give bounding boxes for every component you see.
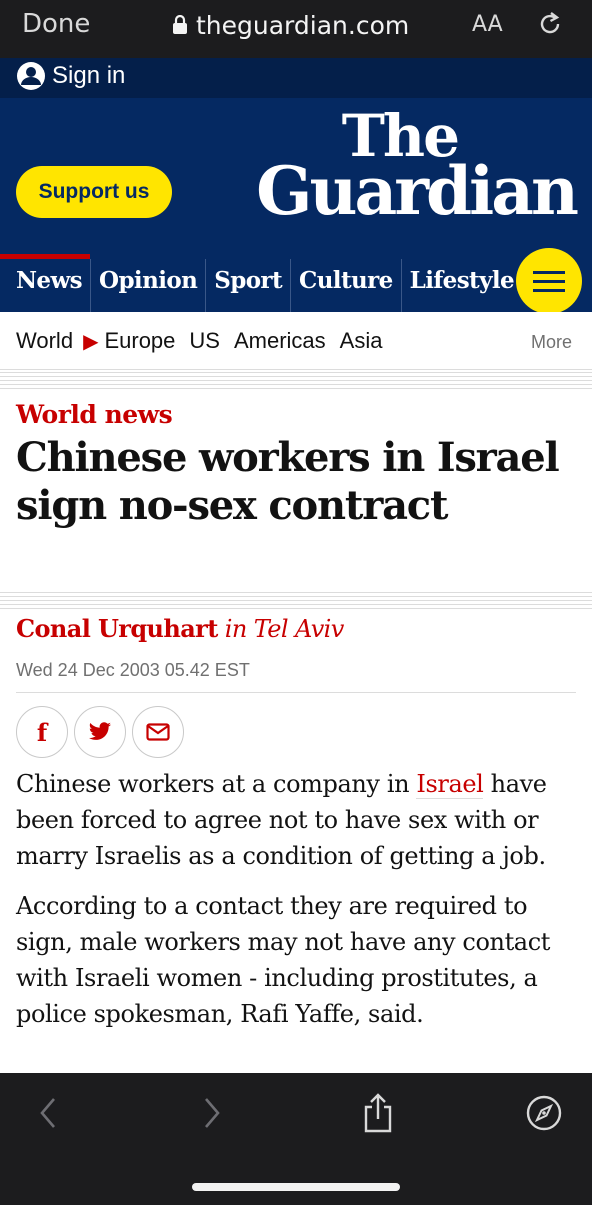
menu-icon[interactable] [516,248,582,314]
pillar-lifestyle[interactable]: Lifestyle [402,259,522,312]
twitter-bird-icon [88,722,111,740]
url-text: theguardian.com [196,10,410,40]
section-label[interactable]: World news [16,400,173,429]
share-buttons: f [16,706,184,758]
compass-icon[interactable] [522,1091,566,1135]
support-us-button[interactable]: Support us [16,166,172,218]
lock-icon [173,15,187,34]
byline-rules [0,592,592,610]
browser-toolbar [0,1073,592,1205]
subnav-world[interactable]: World [16,328,73,354]
site-header: Sign in Support us The Guardian [0,58,592,254]
meta-divider [16,692,576,693]
subnav-asia[interactable]: Asia [340,328,383,354]
pillar-nav: News Opinion Sport Culture Lifestyle [0,254,592,312]
text-size-button[interactable]: AA [472,12,503,37]
signin-strip: Sign in [0,58,592,98]
pillar-opinion[interactable]: Opinion [91,259,207,312]
paragraph-1-start: Chinese workers at a company in [16,770,417,798]
sub-nav: World ▶ Europe US Americas Asia More [0,312,592,370]
article-headline: Chinese workers in Israel sign no-sex co… [16,434,560,529]
signin-label: Sign in [52,62,126,89]
subnav-americas[interactable]: Americas [234,328,326,354]
logo-line-2: Guardian [256,152,579,231]
facebook-letter: f [36,717,48,747]
pillar-sport[interactable]: Sport [206,259,291,312]
facebook-icon[interactable]: f [16,706,68,758]
browser-top-bar: Done theguardian.com AA [0,0,592,58]
address-bar[interactable]: theguardian.com [172,8,409,42]
chevron-right-icon[interactable] [190,1091,234,1135]
article-body: Chinese workers at a company in Israel h… [16,766,582,1046]
byline: Conal Urquhart in Tel Aviv [16,614,344,643]
author-link[interactable]: Conal Urquhart [16,614,218,643]
twitter-icon[interactable] [74,706,126,758]
byline-location: in Tel Aviv [224,615,345,643]
paragraph-2: According to a contact they are required… [16,892,551,1028]
pillar-news[interactable]: News [0,259,92,312]
email-icon[interactable] [132,706,184,758]
section-rules [0,372,592,390]
share-icon[interactable] [356,1091,400,1135]
person-icon [17,62,45,90]
guardian-logo[interactable]: The Guardian [256,107,579,231]
paragraph-1: Chinese workers at a company in Israel h… [16,766,582,874]
home-indicator [192,1183,400,1191]
envelope-icon [146,723,170,741]
subnav-more[interactable]: More [531,332,572,353]
subnav-europe[interactable]: Europe [104,328,175,354]
subnav-us[interactable]: US [189,328,220,354]
signin-link[interactable]: Sign in [16,61,125,91]
done-button[interactable]: Done [22,9,90,39]
triangle-right-icon: ▶ [83,330,99,353]
chevron-left-icon[interactable] [26,1091,70,1135]
israel-link[interactable]: Israel [416,770,484,799]
reload-icon[interactable] [536,10,564,38]
publish-date: Wed 24 Dec 2003 05.42 EST [16,660,250,680]
pillar-culture[interactable]: Culture [291,259,402,312]
